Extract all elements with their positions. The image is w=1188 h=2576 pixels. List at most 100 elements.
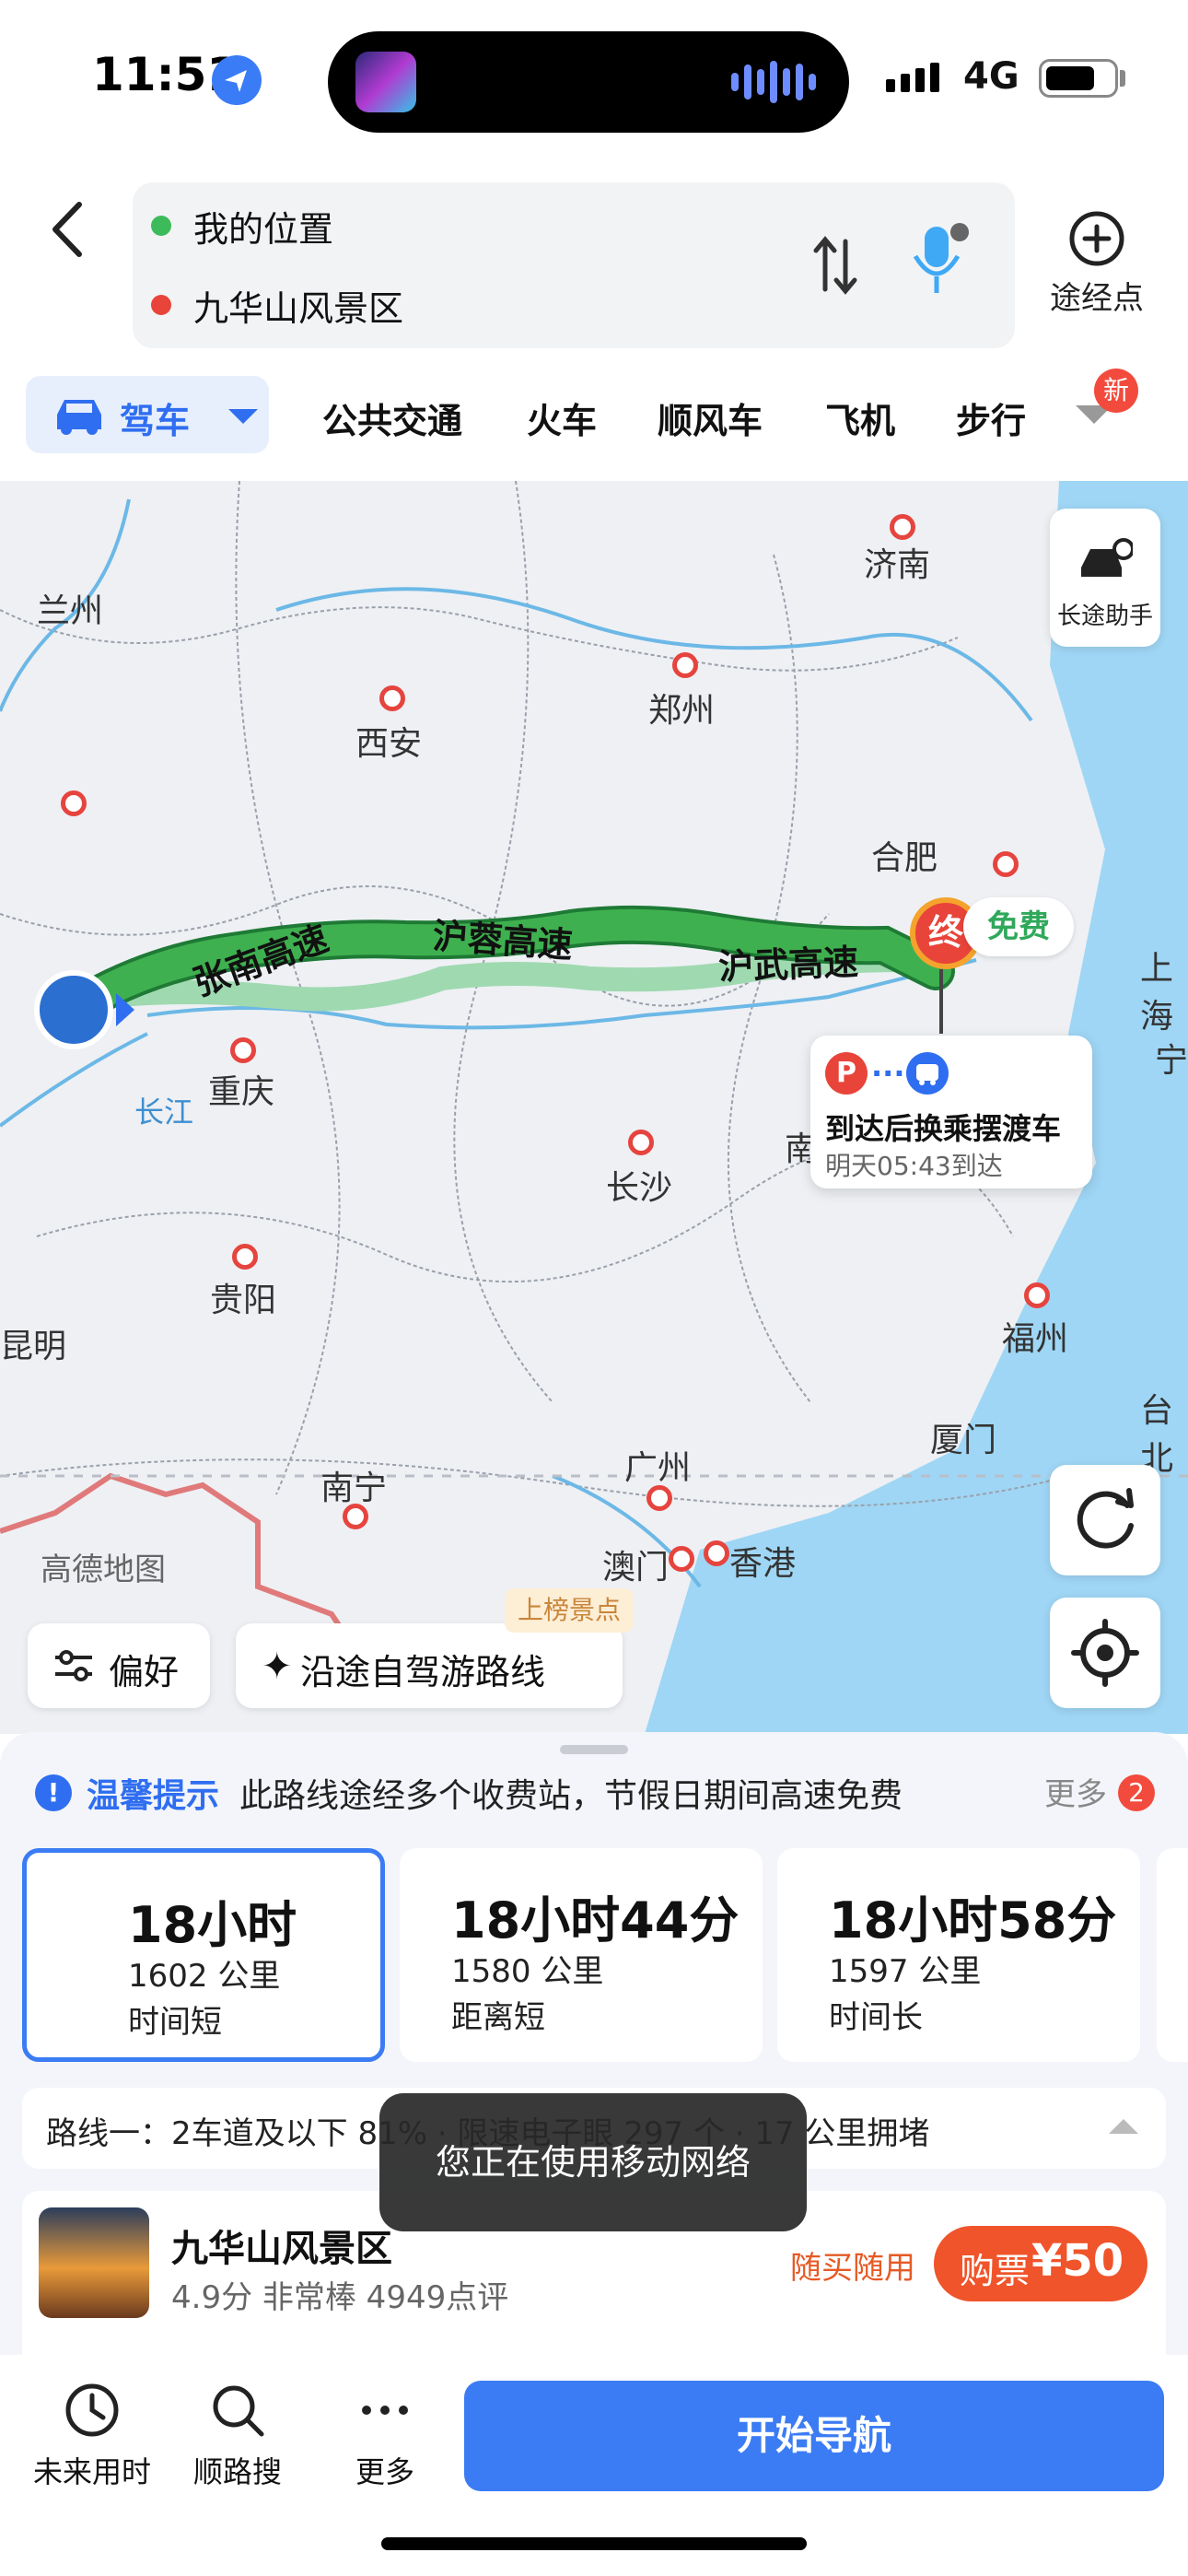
city-marker[interactable] [379,685,405,711]
route-tag: 距离短 [451,1999,545,2036]
city-marker[interactable] [61,790,87,816]
network-toast: 您正在使用移动网络 [379,2093,807,2231]
road-label: 沪蓉高速 [431,915,575,966]
swap-icon[interactable] [810,228,860,302]
battery-cap [1120,70,1125,87]
tip-title: 温馨提示 [87,1777,220,1815]
locate-me-button[interactable] [1050,1598,1160,1708]
city-label: 厦门 [930,1422,997,1459]
location-arrow-icon [212,55,262,105]
along-route-search-label[interactable]: 顺路搜 [164,2449,311,2491]
route-option-card-peek[interactable] [1157,1848,1188,2062]
poi-name: 九华山风景区 [171,2228,392,2270]
route-option-card[interactable]: 18小时44分 1580 公里 距离短 [400,1848,763,2062]
city-label: 贵阳 [210,1282,277,1319]
tab-train[interactable]: 火车 [527,392,597,443]
city-label: 上海 [1140,950,1174,1036]
tab-ride-share[interactable]: 顺风车 [658,392,763,443]
more-icon[interactable] [355,2381,414,2440]
city-label: 香港 [729,1545,797,1583]
chevron-up-icon [1109,2119,1138,2134]
origin-field[interactable]: 我的位置 [193,201,333,252]
home-indicator[interactable] [381,2537,807,2550]
city-marker[interactable] [704,1540,729,1566]
route-duration: 18小时58分 [829,1891,1117,1950]
city-marker[interactable] [669,1546,694,1572]
route-input-box: 我的位置 九华山风景区 [133,182,1015,348]
city-marker[interactable] [628,1130,654,1155]
city-marker[interactable] [1024,1282,1050,1308]
start-navigation-button[interactable]: 开始导航 [464,2381,1164,2491]
sliders-icon [53,1649,94,1686]
city-label: 昆明 [0,1328,67,1365]
tip-more-link[interactable]: 更多 [1044,1769,1107,1814]
poi-buy-note: 随买随用 [790,2250,915,2287]
city-marker[interactable] [672,652,698,678]
destination-dot [151,295,171,315]
top-spot-badge: 上榜景点 [505,1588,635,1633]
tab-flight[interactable]: 飞机 [825,392,895,443]
tab-walk[interactable]: 步行 [956,392,1026,443]
route-option-card[interactable]: 18小时58分 1597 公里 时间长 [777,1848,1140,2062]
city-marker[interactable] [230,1037,256,1063]
tip-text: 此路线途经多个收费站，节假日期间高速免费 [239,1777,903,1815]
city-marker[interactable] [232,1244,258,1270]
amap-logo: 高德地图 [41,1551,166,1588]
future-time-icon[interactable] [63,2381,122,2440]
city-label: 广州 [624,1449,692,1487]
long-trip-label: 长途助手 [1056,603,1153,630]
shuttle-transfer-card[interactable]: P ... 到达后换乘摆渡车 明天05:43到达 [810,1036,1092,1188]
scenic-route-button[interactable]: ✦ 沿途自驾游路线 [236,1623,623,1708]
add-waypoint-icon[interactable] [1068,210,1125,267]
voice-input-icon[interactable] [906,219,971,302]
long-trip-icon [1077,536,1135,582]
route-duration: 18小时 [128,1896,297,1954]
sheet-drag-handle[interactable] [560,1745,628,1754]
tip-count-badge: 2 [1118,1774,1155,1811]
ellipsis-dots: ... [871,1048,905,1083]
route-distance: 1597 公里 [829,1953,982,1990]
future-time-label[interactable]: 未来用时 [18,2449,166,2491]
dynamic-island[interactable] [328,31,849,133]
network-type: 4G [963,55,1019,98]
tab-drive-label: 驾车 [120,401,191,441]
city-label: 合肥 [871,839,938,877]
car-icon [50,392,109,437]
long-trip-assistant-button[interactable]: 长途助手 [1050,509,1160,647]
tab-public-transit[interactable]: 公共交通 [322,392,462,443]
chevron-down-icon [228,409,258,424]
city-marker[interactable] [890,514,915,540]
toll-free-badge: 免费 [963,897,1074,956]
ticket-price: ¥50 [1031,2235,1124,2287]
scenic-route-label: 沿途自驾游路线 [300,1652,546,1692]
tab-drive[interactable]: 驾车 [26,376,269,453]
route-tag: 时间短 [128,2004,222,2041]
audio-wave-icon [731,59,816,105]
city-label: 西安 [355,725,423,763]
shuttle-title: 到达后换乘摆渡车 [825,1111,1062,1146]
back-icon[interactable] [42,197,98,262]
preference-label: 偏好 [109,1652,180,1692]
search-icon[interactable] [208,2381,267,2440]
route-option-card[interactable]: 18小时 1602 公里 时间短 [22,1848,385,2062]
destination-field[interactable]: 九华山风景区 [193,280,403,331]
city-label: 南宁 [320,1469,388,1507]
route-duration: 18小时44分 [451,1891,740,1950]
city-marker[interactable] [993,851,1019,877]
buy-ticket-button[interactable]: 购票 ¥50 [934,2226,1147,2301]
preference-button[interactable]: 偏好 [28,1623,210,1708]
origin-dot [151,216,171,236]
refresh-button[interactable] [1050,1465,1160,1575]
buy-ticket-label: 购票 [960,2251,1031,2291]
city-label: 重庆 [208,1073,275,1111]
more-label[interactable]: 更多 [311,2449,459,2491]
battery-icon [1039,59,1118,98]
route-tag: 时间长 [829,1999,923,2036]
parking-icon: P [825,1052,868,1095]
river-label: 长江 [134,1095,194,1130]
city-label: 长沙 [606,1169,673,1207]
waypoint-label[interactable]: 途经点 [1046,273,1147,318]
city-marker[interactable] [646,1485,672,1511]
info-icon: ! [35,1774,72,1811]
poi-rating: 4.9分 非常棒 4949点评 [171,2279,509,2316]
